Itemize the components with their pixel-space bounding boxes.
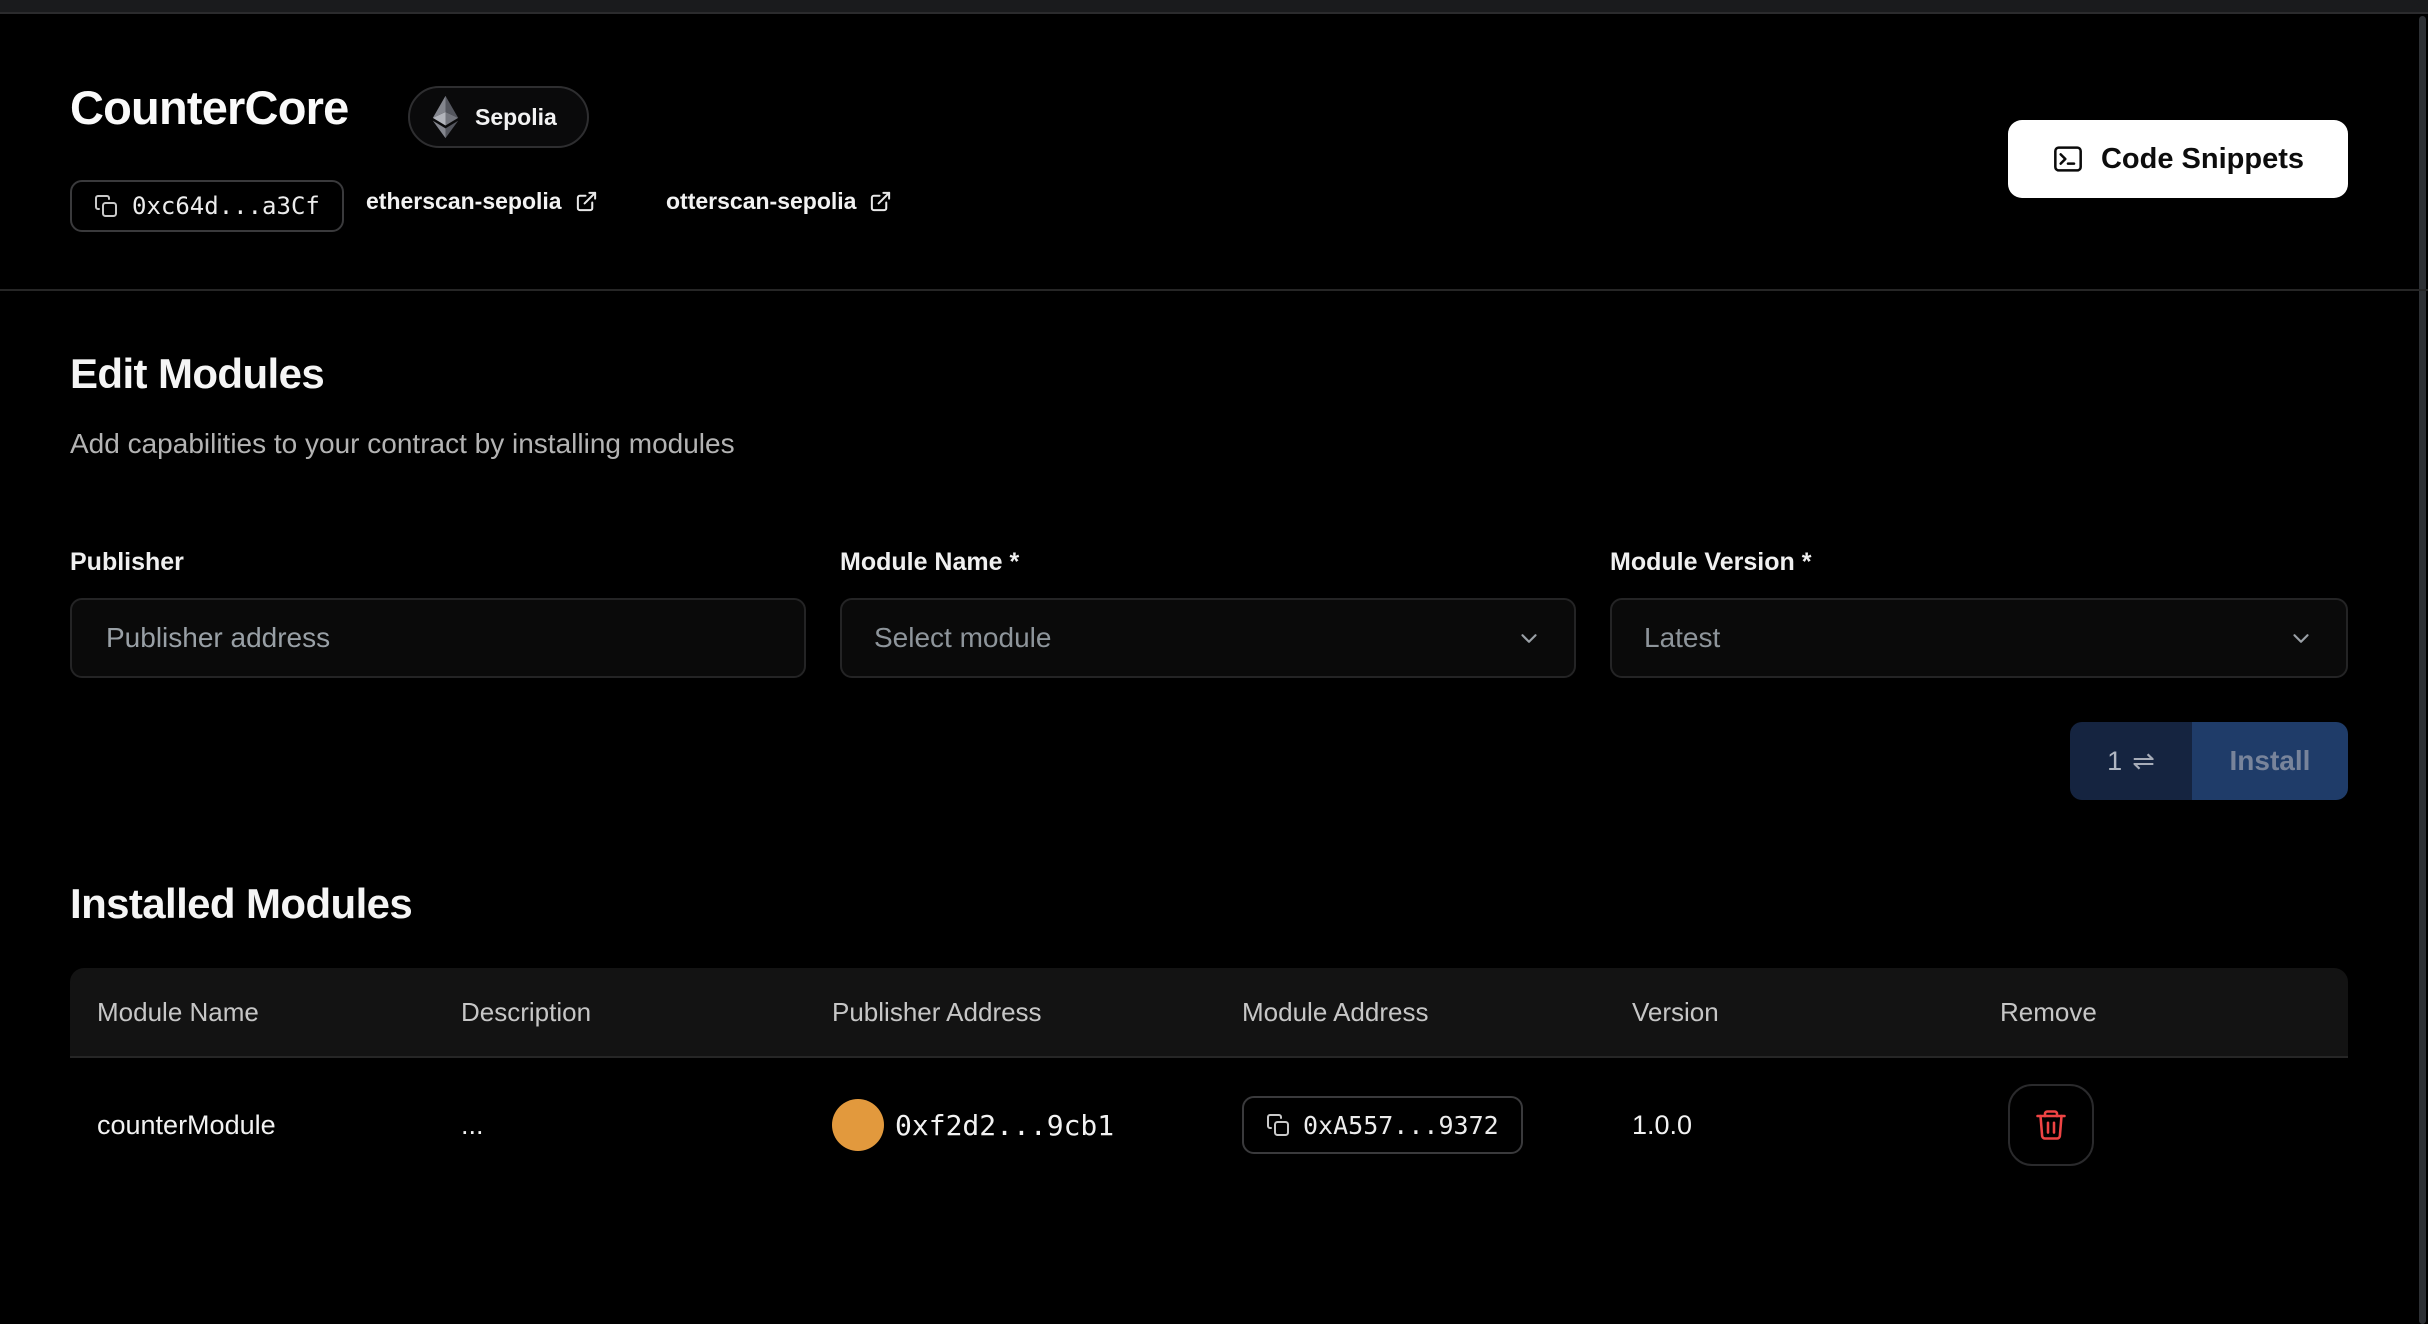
module-address-text: 0xA557...9372 <box>1303 1111 1499 1140</box>
module-version-label: Module Version * <box>1610 548 1811 577</box>
module-version-select[interactable]: Latest <box>1610 598 2348 678</box>
terminal-icon <box>2052 143 2084 175</box>
edit-modules-subheading: Add capabilities to your contract by ins… <box>70 428 735 460</box>
chevron-down-icon <box>2288 625 2314 651</box>
cell-description: ... <box>434 1110 805 1141</box>
page-title: CounterCore <box>70 80 348 135</box>
remove-module-button[interactable] <box>2008 1084 2094 1166</box>
etherscan-link[interactable]: etherscan-sepolia <box>366 188 598 215</box>
module-name-label: Module Name * <box>840 548 1019 577</box>
cell-publisher-address: 0xf2d2...9cb1 <box>805 1099 1215 1151</box>
install-button-group: 1 ⇌ Install <box>2070 722 2348 800</box>
cell-version: 1.0.0 <box>1605 1110 1973 1141</box>
publisher-address-input[interactable] <box>104 621 772 655</box>
otterscan-link-label: otterscan-sepolia <box>666 188 856 215</box>
installed-modules-heading: Installed Modules <box>70 880 412 928</box>
publisher-label: Publisher <box>70 548 184 577</box>
install-button[interactable]: Install <box>2192 722 2348 800</box>
edit-modules-heading: Edit Modules <box>70 350 324 398</box>
column-header-remove: Remove <box>1973 997 2348 1028</box>
network-badge: Sepolia <box>408 86 589 148</box>
column-header-module-address: Module Address <box>1215 997 1605 1028</box>
column-header-description: Description <box>434 997 805 1028</box>
publisher-avatar <box>832 1099 884 1151</box>
header-divider <box>0 289 2428 291</box>
contract-address-copy-chip[interactable]: 0xc64d...a3Cf <box>70 180 344 232</box>
module-name-select-value: Select module <box>874 622 1051 654</box>
code-snippets-label: Code Snippets <box>2101 143 2304 176</box>
cell-module-address: 0xA557...9372 <box>1215 1096 1605 1154</box>
column-header-publisher-address: Publisher Address <box>805 997 1215 1028</box>
column-header-module-name: Module Name <box>70 997 434 1028</box>
etherscan-link-label: etherscan-sepolia <box>366 188 562 215</box>
transaction-count: 1 <box>2107 746 2122 777</box>
ethereum-icon <box>432 95 459 139</box>
network-badge-label: Sepolia <box>475 104 557 131</box>
publisher-address-field <box>70 598 806 678</box>
table-row: counterModule ... 0xf2d2...9cb1 0xA557..… <box>70 1058 2348 1192</box>
module-address-copy-chip[interactable]: 0xA557...9372 <box>1242 1096 1523 1154</box>
contract-address-text: 0xc64d...a3Cf <box>132 192 320 220</box>
installed-modules-table: Module Name Description Publisher Addres… <box>70 968 2348 1192</box>
table-header-row: Module Name Description Publisher Addres… <box>70 968 2348 1058</box>
column-header-version: Version <box>1605 997 1973 1028</box>
chevron-down-icon <box>1516 625 1542 651</box>
swap-arrows-icon: ⇌ <box>2132 746 2155 777</box>
otterscan-link[interactable]: otterscan-sepolia <box>666 188 892 215</box>
copy-icon <box>1266 1113 1290 1137</box>
cell-remove <box>1973 1084 2348 1166</box>
code-snippets-button[interactable]: Code Snippets <box>2008 120 2348 198</box>
publisher-address-text: 0xf2d2...9cb1 <box>895 1109 1114 1142</box>
cell-module-name: counterModule <box>70 1110 434 1141</box>
top-bar <box>0 0 2428 14</box>
copy-icon <box>94 194 118 218</box>
external-link-icon <box>575 190 598 213</box>
transaction-count-chip: 1 ⇌ <box>2070 722 2192 800</box>
trash-icon <box>2033 1107 2069 1143</box>
vertical-scrollbar[interactable] <box>2419 16 2426 1324</box>
module-name-select[interactable]: Select module <box>840 598 1576 678</box>
external-link-icon <box>869 190 892 213</box>
module-version-select-value: Latest <box>1644 622 1720 654</box>
